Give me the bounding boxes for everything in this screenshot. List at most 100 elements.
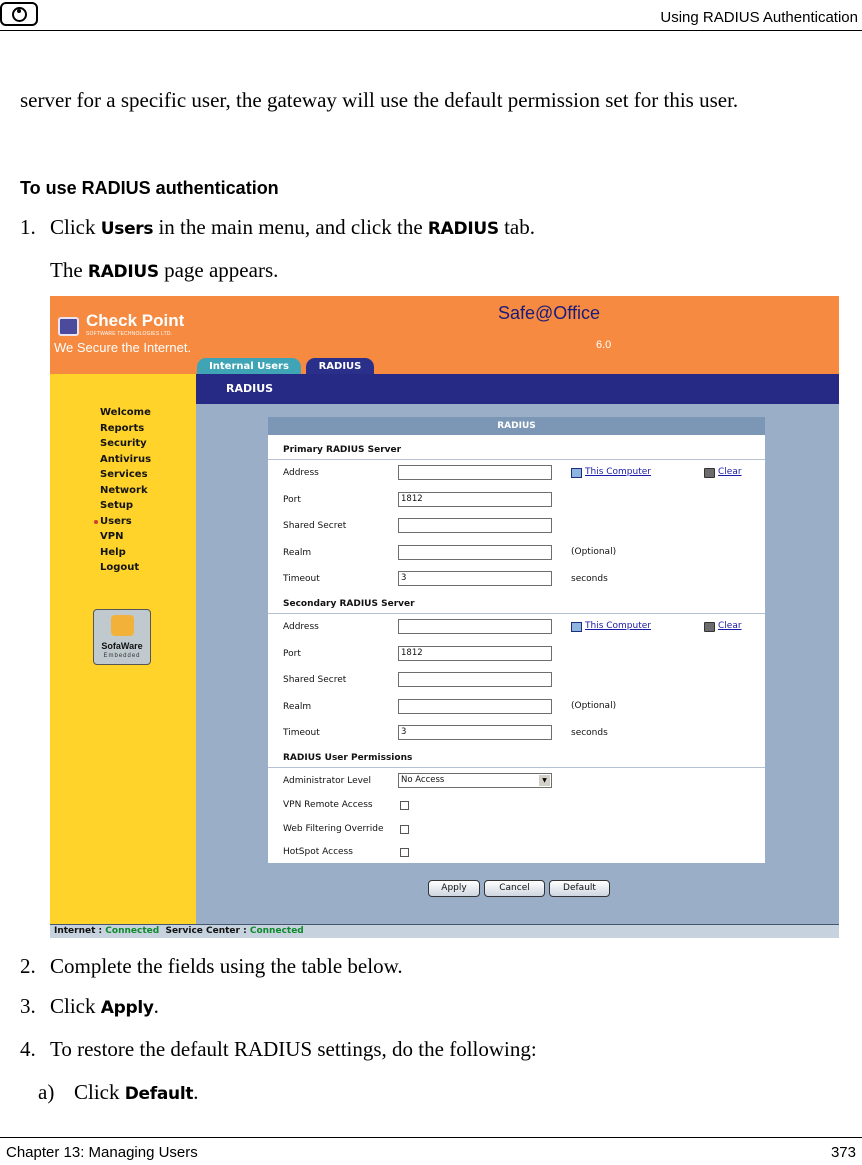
trash-icon [704, 622, 715, 632]
page-title: RADIUS [196, 374, 839, 404]
menu-item-vpn[interactable]: VPN [100, 529, 151, 545]
radius-page-screenshot: Check Point SOFTWARE TECHNOLOGIES LTD. W… [50, 296, 839, 938]
step-1: 1. Click Users in the main menu, and clic… [20, 215, 535, 239]
panel-title: RADIUS [268, 417, 765, 435]
secondary-server-heading: Secondary RADIUS Server [283, 599, 415, 609]
content-area: RADIUS Primary RADIUS Server Address Thi… [196, 404, 839, 924]
menu-item-antivirus[interactable]: Antivirus [100, 452, 151, 468]
secondary-timeout-input[interactable]: 3 [398, 725, 552, 740]
step-1-result: The RADIUS page appears. [50, 258, 279, 282]
seconds-unit: seconds [571, 728, 608, 738]
primary-port-label: Port [283, 495, 301, 505]
primary-server-heading: Primary RADIUS Server [283, 445, 402, 455]
cancel-button[interactable]: Cancel [484, 880, 545, 897]
secondary-realm-input[interactable] [398, 699, 552, 714]
menu-item-reports[interactable]: Reports [100, 421, 151, 437]
menu-item-help[interactable]: Help [100, 545, 151, 561]
step-4a: a) Click Default. [38, 1080, 199, 1104]
chevron-down-icon: ▼ [539, 775, 550, 786]
menu-item-services[interactable]: Services [100, 467, 151, 483]
menu-item-setup[interactable]: Setup [100, 498, 151, 514]
internet-status-label: Internet : [54, 926, 103, 936]
intro-paragraph: server for a specific user, the gateway … [20, 88, 739, 112]
service-center-status-label: Service Center : [165, 926, 247, 936]
secondary-address-label: Address [283, 622, 319, 632]
product-name: Safe@Office [498, 303, 600, 323]
step-3: 3. Click Apply. [20, 994, 159, 1018]
administrator-level-label: Administrator Level [283, 776, 371, 786]
secondary-this-computer-link[interactable]: This Computer [585, 621, 651, 631]
menu-item-welcome[interactable]: Welcome [100, 405, 151, 421]
divider [268, 459, 765, 460]
hotspot-access-checkbox[interactable] [400, 848, 409, 857]
main-menu: Welcome Reports Security Antivirus Servi… [50, 374, 196, 924]
primary-shared-secret-label: Shared Secret [283, 521, 347, 531]
secondary-port-input[interactable]: 1812 [398, 646, 552, 661]
divider [268, 767, 765, 768]
primary-realm-label: Realm [283, 548, 312, 558]
secondary-shared-secret-label: Shared Secret [283, 675, 347, 685]
status-bar: Internet : Connected Service Center : Co… [50, 924, 839, 938]
sofaware-logo: SofaWare Embedded [93, 609, 151, 665]
secondary-clear-link[interactable]: Clear [718, 621, 742, 631]
menu-item-network[interactable]: Network [100, 483, 151, 499]
hotspot-access-label: HotSpot Access [283, 847, 353, 857]
radius-settings-panel: RADIUS Primary RADIUS Server Address Thi… [268, 417, 765, 863]
secondary-address-input[interactable] [398, 619, 552, 634]
sofa-mascot-icon [111, 615, 134, 636]
page-header-title: Using RADIUS Authentication [660, 9, 858, 26]
administrator-level-value: No Access [401, 775, 445, 785]
primary-address-label: Address [283, 468, 319, 478]
internet-status-value: Connected [105, 926, 160, 936]
seconds-unit: seconds [571, 574, 608, 584]
page-number: 373 [830, 1144, 856, 1161]
step-2: 2. Complete the fields using the table be… [20, 954, 403, 978]
primary-port-input[interactable]: 1812 [398, 492, 552, 507]
vpn-remote-access-label: VPN Remote Access [283, 800, 373, 810]
product-version: 6.0 [596, 339, 612, 351]
trash-icon [704, 468, 715, 478]
ui-term-apply: Apply [100, 998, 154, 1018]
permissions-heading: RADIUS User Permissions [283, 753, 413, 763]
logo-name: Check Point [86, 311, 185, 330]
primary-address-input[interactable] [398, 465, 552, 480]
ui-term-default: Default [124, 1084, 194, 1104]
tab-radius[interactable]: RADIUS [306, 358, 374, 375]
secondary-port-label: Port [283, 649, 301, 659]
primary-this-computer-link[interactable]: This Computer [585, 467, 651, 477]
check-point-logo-icon [58, 317, 79, 336]
section-heading: To use RADIUS authentication [20, 178, 279, 198]
ui-term-radius: RADIUS [87, 262, 159, 282]
apply-button[interactable]: Apply [428, 880, 480, 897]
menu-item-users[interactable]: Users [93, 514, 151, 530]
menu-item-security[interactable]: Security [100, 436, 151, 452]
primary-shared-secret-input[interactable] [398, 518, 552, 533]
ui-term-radius: RADIUS [427, 219, 499, 239]
optional-note: (Optional) [571, 701, 617, 711]
ui-term-users: Users [100, 219, 154, 239]
vpn-remote-access-checkbox[interactable] [400, 801, 409, 810]
primary-timeout-label: Timeout [283, 574, 320, 584]
header-divider [0, 30, 862, 31]
computer-icon [571, 468, 582, 478]
administrator-level-select[interactable]: No Access ▼ [398, 773, 552, 788]
computer-icon [571, 622, 582, 632]
footer-chapter: Chapter 13: Managing Users [6, 1144, 198, 1161]
primary-clear-link[interactable]: Clear [718, 467, 742, 477]
primary-timeout-input[interactable]: 3 [398, 571, 552, 586]
secondary-realm-label: Realm [283, 702, 312, 712]
secondary-timeout-label: Timeout [283, 728, 320, 738]
app-banner: Check Point SOFTWARE TECHNOLOGIES LTD. W… [50, 296, 839, 375]
document-logo-icon [0, 2, 38, 26]
secondary-shared-secret-input[interactable] [398, 672, 552, 687]
web-filtering-override-label: Web Filtering Override [283, 824, 384, 834]
primary-realm-input[interactable] [398, 545, 552, 560]
web-filtering-override-checkbox[interactable] [400, 825, 409, 834]
default-button[interactable]: Default [549, 880, 610, 897]
service-center-status-value: Connected [249, 926, 304, 936]
tab-internal-users[interactable]: Internal Users [197, 358, 301, 375]
menu-item-logout[interactable]: Logout [100, 560, 151, 576]
logo-tagline: We Secure the Internet. [54, 340, 192, 355]
logo-subtitle: SOFTWARE TECHNOLOGIES LTD. [86, 331, 173, 337]
footer-divider [0, 1137, 862, 1138]
